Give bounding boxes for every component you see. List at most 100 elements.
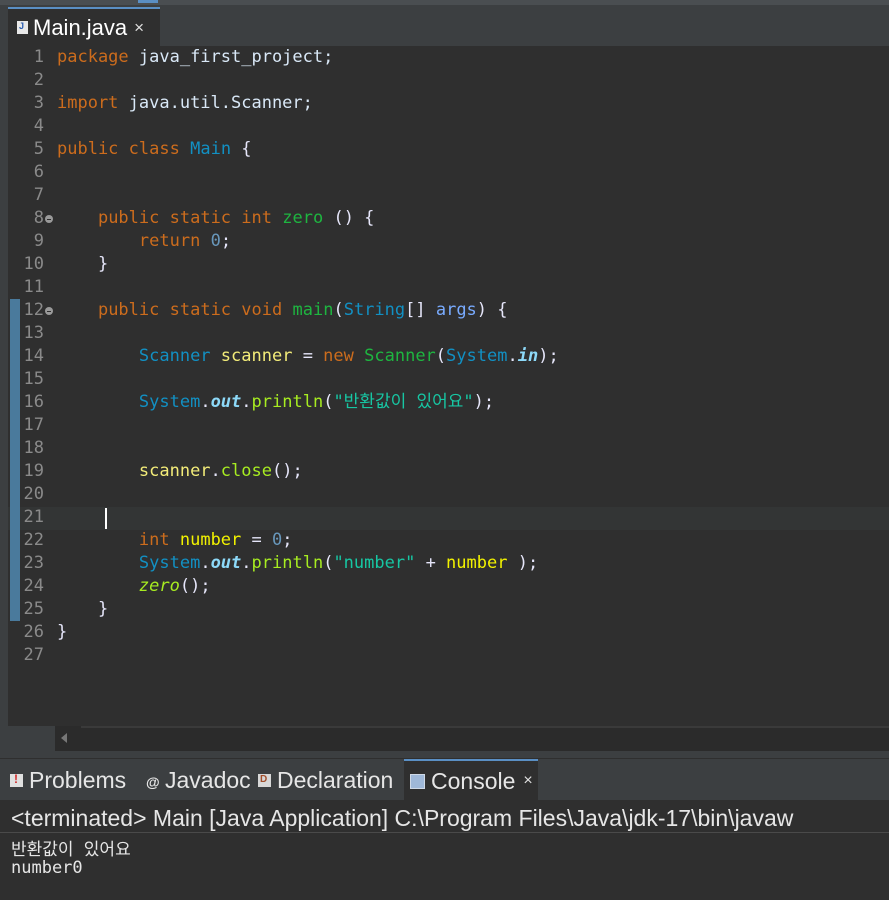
scroll-left-icon[interactable] (61, 733, 67, 743)
code-line[interactable]: System.out.println("number" + number ); (57, 552, 538, 575)
code-token: int (241, 208, 273, 228)
line-number-gutter: 1 2 3 4 5 6 7 8 9 10 11 12 13 14 15 16 17 18 19 20 21 22 23 24 2… (8, 46, 53, 726)
code-token: return (138, 231, 201, 251)
problems-icon (10, 772, 23, 787)
tab-javadoc-label: Javadoc (165, 766, 251, 793)
java-file-icon (17, 21, 28, 34)
code-token: ( (333, 300, 344, 320)
close-icon[interactable]: × (523, 772, 532, 790)
line-number: 11 (23, 277, 44, 297)
code-token: java_first_project; (128, 47, 334, 67)
code-token: in (517, 346, 539, 366)
code-token: } (57, 599, 109, 619)
code-token: close (220, 461, 272, 481)
code-token: println (251, 553, 324, 573)
tab-console[interactable]: Console × (404, 759, 538, 801)
code-token: ( (323, 553, 334, 573)
code-token: class (128, 139, 180, 159)
toolbar-accent (138, 0, 158, 3)
line-number: 20 (23, 484, 44, 504)
code-line[interactable]: Scanner scanner = new Scanner(System.in)… (57, 345, 559, 368)
code-token: number (446, 553, 508, 573)
console-icon (410, 773, 425, 789)
code-line[interactable]: package java_first_project; (57, 46, 333, 69)
line-number: 18 (23, 438, 44, 458)
code-token: java.util.Scanner; (118, 93, 313, 113)
code-token: { (231, 139, 252, 159)
line-number: 23 (23, 553, 44, 573)
code-editor[interactable]: 1 2 3 4 5 6 7 8 9 10 11 12 13 14 15 16 17 18 19 20 21 22 23 24 2… (8, 46, 889, 726)
code-area[interactable]: package java_first_project;import java.u… (57, 46, 889, 726)
code-line[interactable]: scanner.close(); (57, 460, 303, 483)
code-line[interactable]: public static void main(String[] args) { (57, 299, 508, 322)
line-number: 19 (23, 461, 44, 481)
console-view[interactable]: <terminated> Main [Java Application] C:\… (0, 800, 889, 900)
code-token: ( (323, 392, 334, 412)
tab-problems[interactable]: Problems (10, 759, 126, 801)
line-number: 8 (33, 208, 44, 228)
line-number: 13 (23, 323, 44, 343)
code-token: System (446, 346, 508, 366)
horizontal-scrollbar[interactable] (55, 726, 889, 751)
code-line[interactable]: } (57, 621, 67, 644)
line-number: 17 (23, 415, 44, 435)
scrollbar-track (81, 726, 889, 728)
line-number: 24 (23, 576, 44, 596)
line-number: 7 (33, 185, 44, 205)
close-icon[interactable]: × (134, 18, 144, 38)
code-token: Main (190, 139, 232, 159)
code-token: . (241, 392, 252, 412)
console-divider (0, 832, 889, 833)
code-token: System (138, 392, 201, 412)
line-number: 15 (23, 369, 44, 389)
code-line[interactable]: zero(); (57, 575, 211, 598)
code-token: = (292, 346, 324, 366)
tab-console-label: Console (431, 767, 516, 794)
line-number: 9 (33, 231, 44, 251)
tab-javadoc[interactable]: @ Javadoc (146, 759, 251, 801)
line-number: 26 (23, 622, 44, 642)
code-token: public (97, 300, 160, 320)
code-token: new (323, 346, 354, 366)
panel-tab-bar: Problems @ Javadoc Declaration Console × (0, 758, 889, 801)
code-token: out (210, 553, 242, 573)
fold-toggle-icon[interactable] (45, 307, 53, 315)
editor-tab-bar: Main.java × (0, 0, 889, 46)
code-token: Scanner (364, 346, 436, 366)
code-token: System (138, 553, 201, 573)
code-token: = (241, 530, 272, 550)
code-line[interactable]: } (57, 253, 108, 276)
code-token: ; (282, 530, 293, 550)
code-line[interactable]: import java.util.Scanner; (57, 92, 313, 115)
code-line[interactable]: } (57, 598, 108, 621)
code-line[interactable]: int number = 0; (57, 529, 293, 552)
editor-tab-main-java[interactable]: Main.java × (8, 7, 160, 46)
line-number: 14 (23, 346, 44, 366)
code-line[interactable]: public class Main { (57, 138, 252, 161)
tab-declaration[interactable]: Declaration (258, 759, 393, 801)
console-output-line: 반환값이 있어요 (11, 840, 131, 860)
code-token: scanner (220, 346, 293, 366)
code-line[interactable]: System.out.println("반환값이 있어요"); (57, 391, 494, 414)
fold-toggle-icon[interactable] (45, 215, 53, 223)
tab-declaration-label: Declaration (277, 766, 394, 793)
code-token: (); (179, 576, 211, 596)
code-token: import (57, 93, 119, 113)
line-number: 2 (33, 70, 44, 90)
tab-problems-label: Problems (29, 766, 127, 793)
line-number: 5 (33, 139, 44, 159)
code-line[interactable]: return 0; (57, 230, 231, 253)
javadoc-icon: @ (146, 773, 160, 790)
line-number: 10 (23, 254, 44, 274)
code-line[interactable]: public static int zero () { (57, 207, 374, 230)
toolbar-edge (0, 0, 889, 5)
